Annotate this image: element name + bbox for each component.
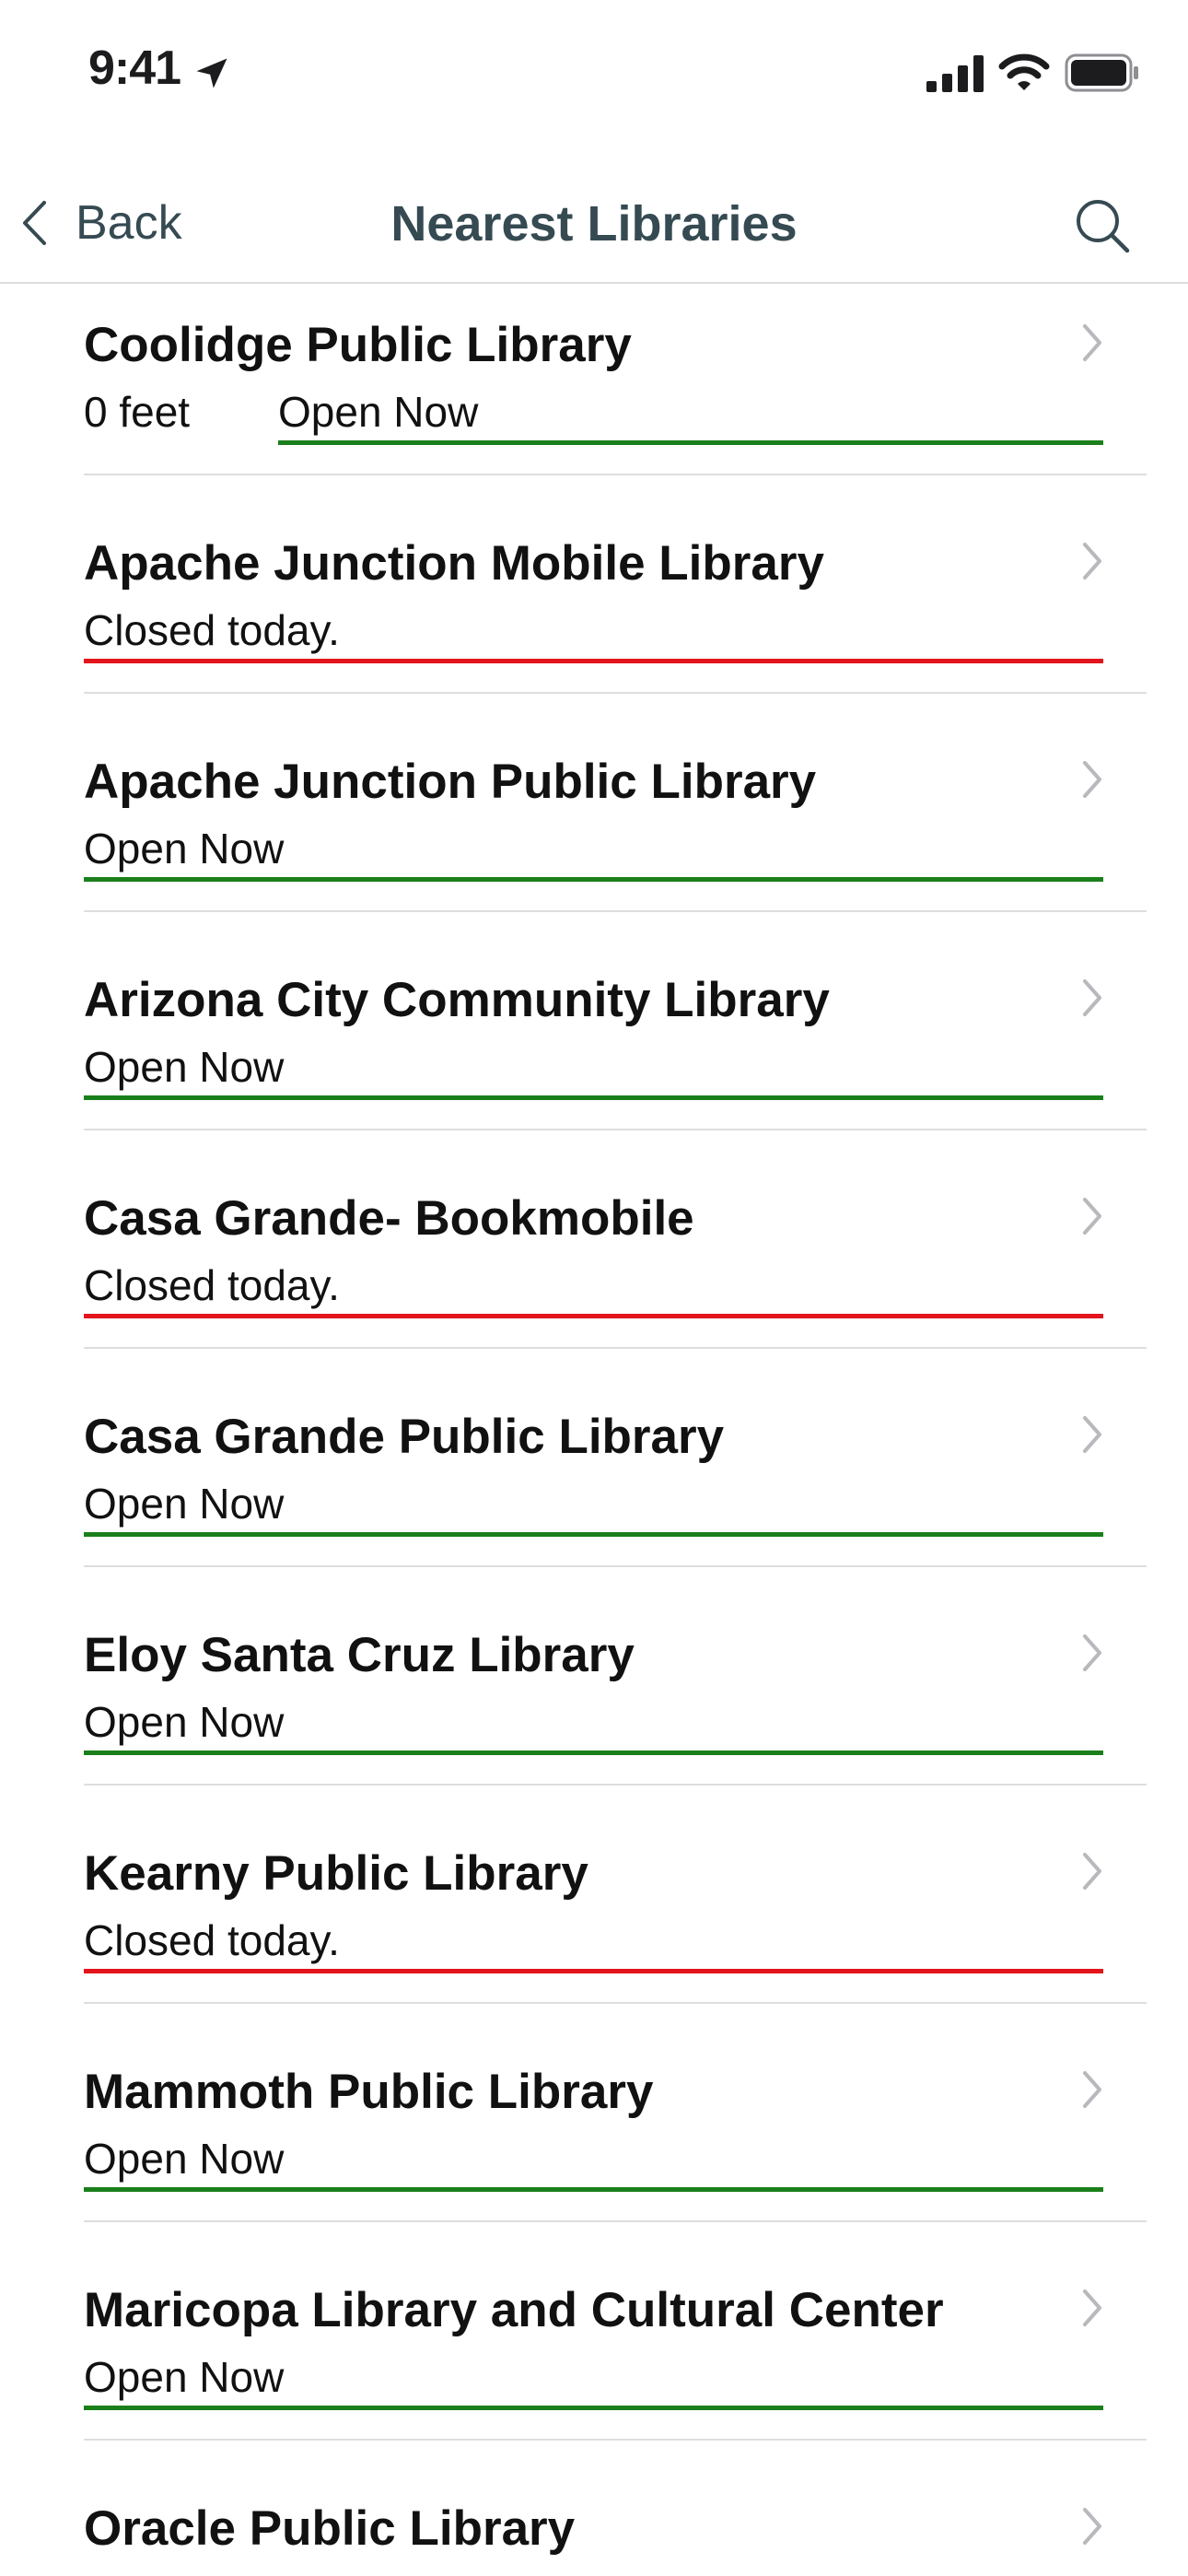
status-time: 9:41 [88, 41, 181, 95]
library-row[interactable]: Mammoth Public Library Open Now [0, 2031, 1188, 2249]
closed-status-underline [84, 1969, 1103, 1973]
library-status: Open Now [84, 1698, 285, 1746]
library-row[interactable]: Apache Junction Public Library Open Now [0, 720, 1188, 939]
row-divider [84, 910, 1147, 912]
open-status-underline [84, 2406, 1103, 2410]
row-divider [84, 2002, 1147, 2004]
library-name: Maricopa Library and Cultural Center [84, 2283, 944, 2337]
library-distance: 0 feet [84, 388, 191, 436]
library-name: Apache Junction Mobile Library [84, 536, 824, 591]
library-status: Open Now [84, 1043, 285, 1091]
chevron-right-icon [1083, 979, 1101, 1016]
library-row[interactable]: Maricopa Library and Cultural Center Open… [0, 2249, 1188, 2467]
open-status-underline [84, 877, 1103, 882]
closed-status-underline [84, 659, 1103, 663]
library-row[interactable]: Casa Grande- Bookmobile Closed today. [0, 1157, 1188, 1376]
chevron-right-icon [1083, 1198, 1101, 1235]
library-row[interactable]: Arizona City Community Library Open Now [0, 939, 1188, 1157]
chevron-right-icon [1083, 761, 1101, 798]
library-name: Kearny Public Library [84, 1846, 588, 1901]
library-name: Casa Grande Public Library [84, 1410, 725, 1464]
library-status: Closed today. [84, 1261, 340, 1309]
library-name: Casa Grande- Bookmobile [84, 1191, 694, 1246]
status-bar: 9:41 [0, 0, 1188, 147]
chevron-right-icon [1083, 1634, 1101, 1671]
row-divider [84, 1784, 1147, 1786]
open-status-underline [84, 2187, 1103, 2192]
library-name: Eloy Santa Cruz Library [84, 1628, 635, 1682]
row-divider [84, 692, 1147, 694]
chevron-right-icon [1083, 1853, 1101, 1890]
open-status-underline [278, 440, 1103, 445]
library-name: Arizona City Community Library [84, 973, 830, 1027]
library-status: Open Now [84, 2135, 285, 2183]
chevron-right-icon [1083, 2289, 1101, 2326]
library-row[interactable]: Apache Junction Mobile Library Closed tod… [0, 502, 1188, 720]
library-name: Coolidge Public Library [84, 318, 632, 372]
library-row[interactable]: Eloy Santa Cruz Library Open Now [0, 1594, 1188, 1812]
row-divider [84, 474, 1147, 475]
open-status-underline [84, 1751, 1103, 1755]
navigation-bar: Back Nearest Libraries [0, 147, 1188, 284]
chevron-right-icon [1083, 324, 1101, 361]
chevron-right-icon [1083, 2071, 1101, 2108]
library-status: Open Now [84, 2353, 285, 2401]
library-status: Open Now [278, 388, 479, 436]
library-status: Open Now [84, 825, 285, 872]
library-status: Open Now [84, 1480, 285, 1528]
chevron-right-icon [1083, 1416, 1101, 1453]
library-row[interactable]: Coolidge Public Library 0 feet Open Now [0, 284, 1188, 502]
wifi-icon [998, 53, 1050, 90]
open-status-underline [84, 1532, 1103, 1537]
library-status: Closed today. [84, 606, 340, 654]
page-title: Nearest Libraries [390, 196, 798, 252]
row-divider [84, 1565, 1147, 1567]
row-divider [84, 1129, 1147, 1130]
location-arrow-icon [196, 58, 227, 88]
library-row[interactable]: Oracle Public Library [0, 2467, 1188, 2576]
closed-status-underline [84, 1314, 1103, 1318]
battery-icon [1065, 53, 1138, 92]
search-icon[interactable] [1074, 197, 1131, 254]
cellular-signal-icon [926, 55, 984, 92]
row-divider [84, 2439, 1147, 2441]
library-row[interactable]: Kearny Public Library Closed today. [0, 1812, 1188, 2031]
library-name: Apache Junction Public Library [84, 755, 817, 809]
row-divider [84, 2220, 1147, 2222]
open-status-underline [84, 1095, 1103, 1100]
screen: 9:41 Back Nearest Libraries Coolidge Pub… [0, 0, 1188, 2576]
library-name: Oracle Public Library [84, 2501, 576, 2556]
library-status: Closed today. [84, 1916, 340, 1964]
library-name: Mammoth Public Library [84, 2065, 654, 2119]
chevron-right-icon [1083, 2508, 1101, 2545]
row-divider [84, 1347, 1147, 1349]
library-row[interactable]: Casa Grande Public Library Open Now [0, 1376, 1188, 1594]
chevron-right-icon [1083, 543, 1101, 580]
library-list: Coolidge Public Library 0 feet Open Now Apa… [0, 284, 1188, 2576]
